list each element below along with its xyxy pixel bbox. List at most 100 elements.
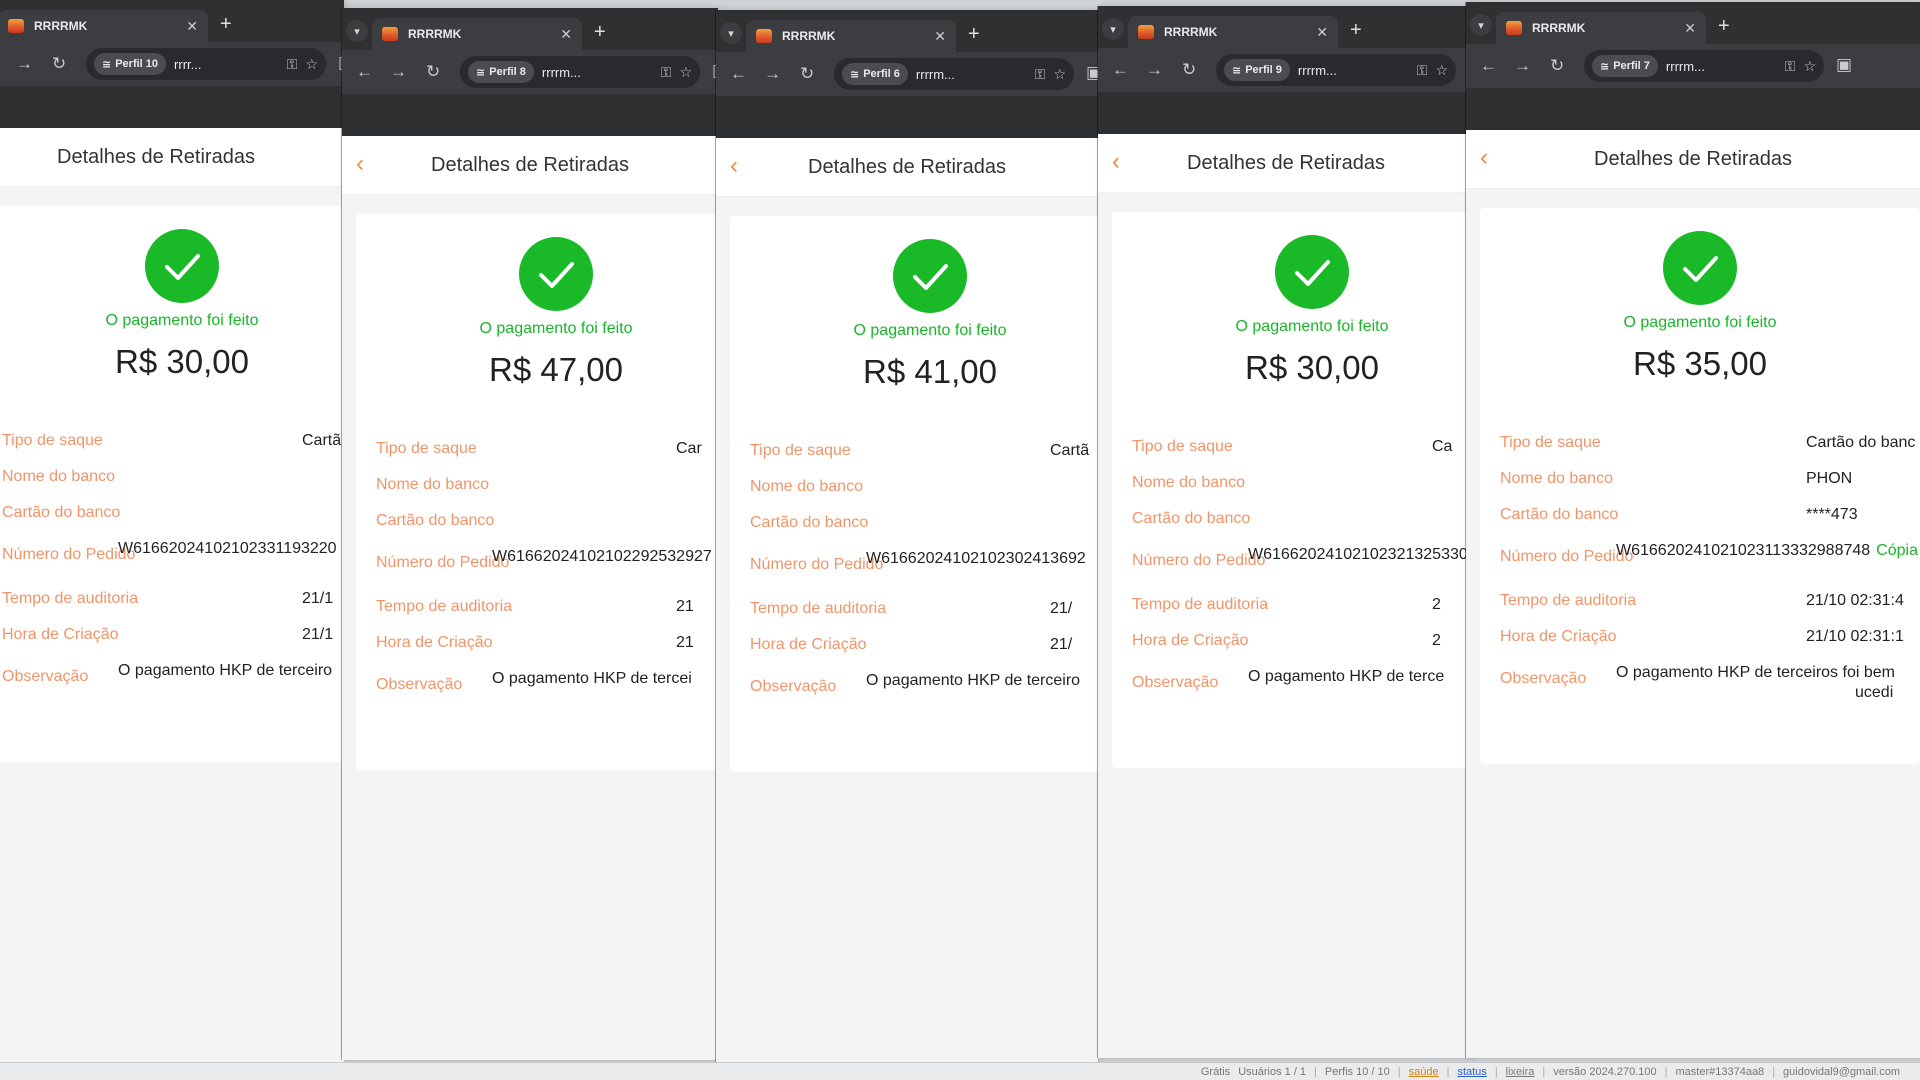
status-link[interactable]: status <box>1457 1066 1486 1078</box>
tab-search-chevron-icon[interactable]: ▾ <box>1470 14 1492 36</box>
trash-link[interactable]: lixeira <box>1506 1066 1535 1078</box>
note-row-value: O pagamento HKP de terce <box>1248 668 1445 685</box>
profile-name: Perfil 6 <box>863 68 900 80</box>
tab-close-icon[interactable]: ✕ <box>1316 24 1328 41</box>
reload-icon[interactable]: ↻ <box>800 64 814 84</box>
audit-time-row-label: Tempo de auditoria <box>750 600 887 617</box>
address-bar[interactable]: ≅ Perfil 9 rrrrm... ⚿ ☆ <box>1216 54 1456 86</box>
password-key-icon[interactable]: ⚿ <box>1417 62 1428 79</box>
tab-close-icon[interactable]: ✕ <box>1684 20 1696 37</box>
browser-tab[interactable]: RRRRMK ✕ <box>372 18 582 50</box>
app-header: ‹ Detalhes de Retiradas <box>342 136 718 195</box>
tab-search-chevron-icon[interactable]: ▾ <box>1102 18 1124 40</box>
reload-icon[interactable]: ↻ <box>52 54 66 74</box>
health-link[interactable]: saúde <box>1409 1066 1439 1078</box>
back-arrow-icon[interactable]: ← <box>356 62 373 82</box>
address-bar[interactable]: ≅ Perfil 8 rrrrm... ⚿ ☆ <box>460 56 700 88</box>
tab-close-icon[interactable]: ✕ <box>560 26 572 43</box>
new-tab-plus-icon[interactable]: + <box>1718 16 1730 36</box>
browser-tab[interactable]: RRRRMK ✕ <box>1496 12 1706 44</box>
camera-icon[interactable]: ▣ <box>1086 63 1098 83</box>
bookmark-star-icon[interactable]: ☆ <box>1053 66 1066 83</box>
bank-name-row-label: Nome do banco <box>2 468 115 485</box>
tab-search-chevron-icon[interactable]: ▾ <box>346 20 368 42</box>
address-bar[interactable]: ≅ Perfil 10 rrrr... ⚿ ☆ <box>86 48 326 80</box>
copy-button[interactable]: Cópia <box>1876 542 1918 559</box>
amount-value: R$ 41,00 <box>863 353 997 390</box>
order-number-group: W616620241021023113332988748 Cópia <box>1616 542 1918 560</box>
reload-icon[interactable]: ↻ <box>1182 60 1196 80</box>
camera-icon[interactable]: ▣ <box>1836 55 1852 75</box>
browser-tab[interactable]: RRRRMK ✕ <box>1128 16 1338 48</box>
back-chevron-icon[interactable]: ‹ <box>1480 144 1488 172</box>
address-bar[interactable]: ≅ Perfil 7 rrrrm... ⚿ ☆ <box>1584 50 1824 82</box>
profile-chip[interactable]: ≅ Perfil 10 <box>94 53 167 75</box>
tab-close-icon[interactable]: ✕ <box>934 28 946 45</box>
reload-icon[interactable]: ↻ <box>426 62 440 82</box>
profile-chip[interactable]: ≅ Perfil 9 <box>1224 59 1290 81</box>
browser-tab[interactable]: RRRRMK ✕ <box>746 20 956 52</box>
account-email: guidovidal9@gmail.com <box>1783 1065 1900 1078</box>
back-arrow-icon[interactable]: ← <box>1480 56 1497 76</box>
site-favicon-icon <box>382 27 398 41</box>
creation-time-row-value: 21/1 <box>302 626 334 643</box>
forward-arrow-icon[interactable]: → <box>764 64 781 84</box>
audit-time-row-label: Tempo de auditoria <box>376 598 513 615</box>
bank-card-row-label: Cartão do banco <box>2 504 121 521</box>
new-tab-plus-icon[interactable]: + <box>594 22 606 42</box>
browser-window-perfil-8: ▾ RRRRMK ✕ + ← → ↻ ≅ Perfil 8 rrrrm... ⚿… <box>342 8 718 1060</box>
withdrawal-type-row-value: Cartã <box>1050 442 1090 459</box>
browser-tab[interactable]: RRRRMK ✕ <box>0 10 208 42</box>
profile-chip[interactable]: ≅ Perfil 6 <box>842 63 908 85</box>
bookmark-star-icon[interactable]: ☆ <box>679 64 692 81</box>
profile-chip[interactable]: ≅ Perfil 7 <box>1592 55 1658 77</box>
tab-strip: ▾ RRRRMK ✕ + <box>342 8 718 50</box>
password-key-icon[interactable]: ⚿ <box>287 56 298 73</box>
bookmark-star-icon[interactable]: ☆ <box>1803 58 1816 75</box>
tab-close-icon[interactable]: ✕ <box>186 18 198 35</box>
browser-window-perfil-6: ▾ RRRRMK ✕ + ← → ↻ ≅ Perfil 6 rrrrm... ⚿… <box>716 10 1098 1062</box>
forward-arrow-icon[interactable]: → <box>1514 56 1531 76</box>
tab-title: RRRRMK <box>408 27 462 41</box>
profile-chip[interactable]: ≅ Perfil 8 <box>468 61 534 83</box>
page-title: Detalhes de Retiradas <box>1187 151 1385 174</box>
address-text: rrrrm... <box>915 66 955 82</box>
back-chevron-icon[interactable]: ‹ <box>730 152 738 180</box>
profile-name: Perfil 7 <box>1613 60 1650 72</box>
note-value-line-2: ucedi <box>1855 684 1894 701</box>
password-key-icon[interactable]: ⚿ <box>1785 58 1796 75</box>
back-chevron-icon[interactable]: ‹ <box>356 150 364 178</box>
bookmark-star-icon[interactable]: ☆ <box>305 56 318 73</box>
back-arrow-icon[interactable]: ← <box>1112 60 1129 80</box>
address-bar[interactable]: ≅ Perfil 6 rrrrm... ⚿ ☆ <box>834 58 1074 90</box>
forward-arrow-icon[interactable]: → <box>390 62 407 82</box>
tab-title: RRRRMK <box>782 29 836 43</box>
order-number-row-value: W61662024102102302413692 <box>866 550 1086 567</box>
withdrawal-type-row-label: Tipo de saque <box>376 440 477 457</box>
tab-search-chevron-icon[interactable]: ▾ <box>720 22 742 44</box>
users-count: Usuários 1 / 1 <box>1238 1065 1307 1078</box>
bank-name-row-value: PHON <box>1806 470 1853 487</box>
site-favicon-icon <box>756 29 772 43</box>
forward-arrow-icon[interactable]: → <box>1146 60 1163 80</box>
password-key-icon[interactable]: ⚿ <box>1035 66 1046 83</box>
new-tab-plus-icon[interactable]: + <box>1350 20 1362 40</box>
success-check-icon <box>1663 231 1737 305</box>
reload-icon[interactable]: ↻ <box>1550 56 1564 76</box>
audit-time-row-value: 2 <box>1432 596 1441 613</box>
browser-window-perfil-10: ▾ RRRRMK ✕ + ← → ↻ ≅ Perfil 10 rrrr... <box>0 0 344 1062</box>
withdrawal-type-row-value: Cartão do banc <box>1806 434 1916 451</box>
app-header: ‹ Detalhes de Retiradas <box>1098 134 1474 193</box>
forward-arrow-icon[interactable]: → <box>16 54 33 74</box>
back-arrow-icon[interactable]: ← <box>730 64 747 84</box>
back-chevron-icon[interactable]: ‹ <box>1112 148 1120 176</box>
plan-text: Grátis <box>1200 1065 1231 1078</box>
bank-card-row-label: Cartão do banco <box>1132 510 1251 527</box>
new-tab-plus-icon[interactable]: + <box>968 24 980 44</box>
withdrawal-type-row-value: Car <box>676 440 702 457</box>
browser-chrome: ▾ RRRRMK ✕ + ← → ↻ ≅ Perfil 8 rrrrm... ⚿… <box>342 8 718 136</box>
browser-chrome: ▾ RRRRMK ✕ + ← → ↻ ≅ Perfil 7 rrrrm... ⚿… <box>1466 2 1920 130</box>
new-tab-plus-icon[interactable]: + <box>220 14 232 34</box>
bookmark-star-icon[interactable]: ☆ <box>1435 62 1448 79</box>
password-key-icon[interactable]: ⚿ <box>661 64 672 81</box>
